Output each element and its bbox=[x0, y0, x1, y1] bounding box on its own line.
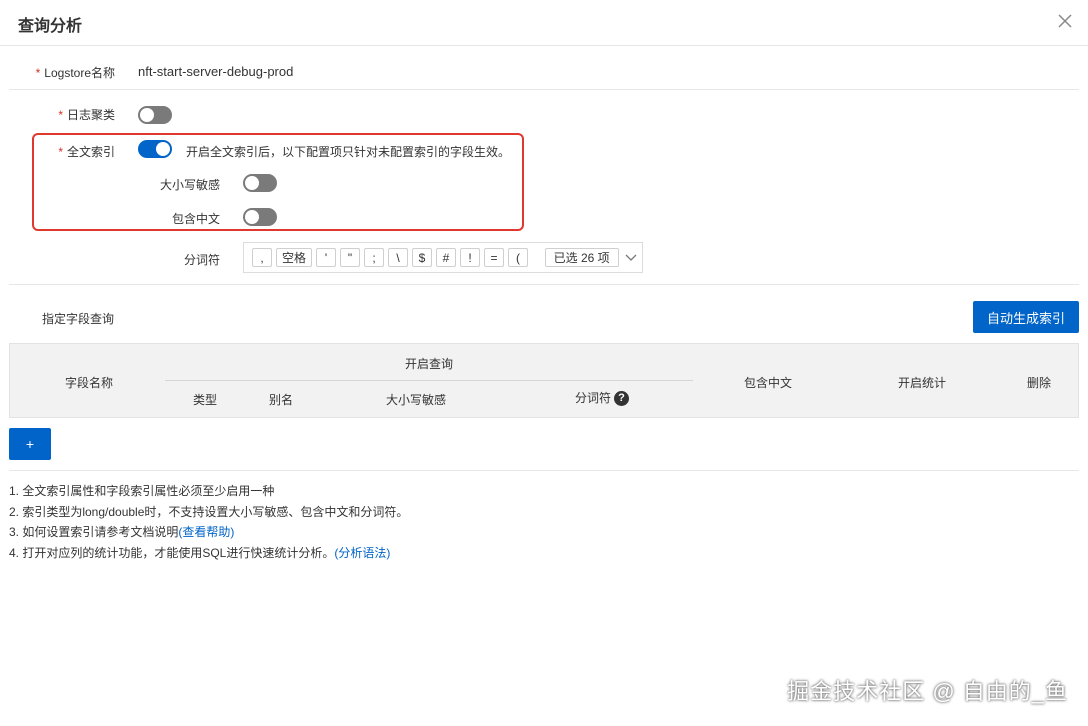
note-2: 2. 索引类型为long/double时，不支持设置大小写敏感、包含中文和分词符… bbox=[9, 504, 409, 519]
close-icon[interactable] bbox=[1054, 10, 1076, 32]
notes: 1. 全文索引属性和字段索引属性必须至少启用一种 2. 索引类型为long/do… bbox=[9, 481, 408, 563]
logstore-label: * Logstore名称 bbox=[35, 66, 115, 80]
include-chinese-label: 包含中文 bbox=[171, 212, 220, 226]
delimiter-tag: , bbox=[252, 248, 272, 267]
fulltext-toggle[interactable] bbox=[138, 140, 172, 158]
log-cluster-label: * 日志聚类 bbox=[58, 108, 115, 122]
delimiter-tag: $ bbox=[412, 248, 432, 267]
col-alias: 别名 bbox=[269, 393, 294, 407]
log-cluster-toggle[interactable] bbox=[138, 106, 172, 124]
help-icon[interactable]: ? bbox=[614, 391, 630, 407]
field-query-label: 指定字段查询 bbox=[42, 312, 115, 326]
delimiter-tag: ( bbox=[508, 248, 528, 267]
chevron-down-icon[interactable] bbox=[624, 250, 638, 267]
col-delete: 删除 bbox=[1027, 376, 1052, 390]
auto-generate-index-button[interactable]: 自动生成索引 bbox=[973, 301, 1079, 333]
analysis-syntax-link[interactable]: (分析语法) bbox=[334, 546, 390, 560]
col-case-sensitive: 大小写敏感 bbox=[386, 393, 447, 407]
delimiter-select[interactable]: , 空格 ' "; \ $ #! =( 已选 26 项 bbox=[243, 242, 643, 273]
delimiter-tag: \ bbox=[388, 248, 408, 267]
divider bbox=[9, 284, 1079, 285]
fulltext-hint: 开启全文索引后，以下配置项只针对未配置索引的字段生效。 bbox=[186, 145, 511, 159]
view-help-link[interactable]: (查看帮助) bbox=[178, 525, 234, 539]
col-include-chinese: 包含中文 bbox=[744, 376, 793, 390]
delimiter-tag: 空格 bbox=[276, 248, 312, 267]
delimiter-tag: " bbox=[340, 248, 360, 267]
delimiter-label: 分词符 bbox=[183, 253, 220, 267]
logstore-value: nft-start-server-debug-prod bbox=[138, 64, 294, 79]
note-1: 1. 全文索引属性和字段索引属性必须至少启用一种 bbox=[9, 484, 275, 498]
include-chinese-toggle[interactable] bbox=[243, 208, 277, 226]
delimiter-tag: = bbox=[484, 248, 504, 267]
delimiter-tag: ! bbox=[460, 248, 480, 267]
divider bbox=[9, 470, 1079, 471]
dialog-title: 查询分析 bbox=[18, 18, 83, 35]
case-sensitive-toggle[interactable] bbox=[243, 174, 277, 192]
col-type: 类型 bbox=[193, 393, 218, 407]
note-4: 4. 打开对应列的统计功能，才能使用SQL进行快速统计分析。(分析语法) bbox=[9, 545, 391, 560]
watermark: 掘金技术社区 @ 自由的_鱼 bbox=[787, 679, 1068, 704]
dialog-header: 查询分析 bbox=[0, 0, 1088, 46]
delimiter-tag: ; bbox=[364, 248, 384, 267]
divider bbox=[9, 89, 1079, 90]
delimiter-selected-summary[interactable]: 已选 26 项 bbox=[544, 248, 638, 267]
field-table-header: 字段名称 开启查询 类型 别名 大小写敏感 分词符? 包含中文 开启统计 删除 bbox=[9, 343, 1079, 418]
col-enable-stats: 开启统计 bbox=[898, 376, 947, 390]
add-field-button[interactable]: + bbox=[9, 428, 51, 460]
col-delimiter: 分词符? bbox=[575, 389, 630, 407]
col-field-name: 字段名称 bbox=[65, 376, 114, 390]
col-group-enable-query: 开启查询 bbox=[405, 357, 454, 371]
note-3: 3. 如何设置索引请参考文档说明(查看帮助) bbox=[9, 525, 235, 539]
delimiter-tag: # bbox=[436, 248, 456, 267]
case-sensitive-label: 大小写敏感 bbox=[159, 178, 220, 192]
group-divider bbox=[165, 380, 693, 381]
delimiter-tag: ' bbox=[316, 248, 336, 267]
fulltext-label: * 全文索引 bbox=[58, 145, 115, 159]
delimiter-count-badge: 已选 26 项 bbox=[544, 248, 619, 267]
